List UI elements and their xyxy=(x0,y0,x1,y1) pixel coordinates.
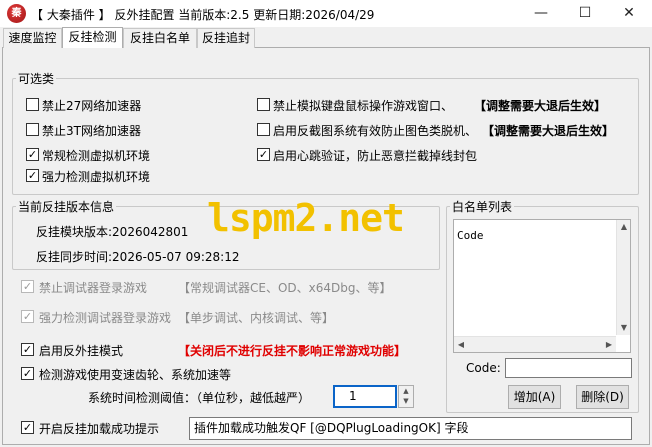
label-load-prompt: 开启反挂加载成功提示 xyxy=(39,422,160,436)
label-normal-vm-detect: 常规检测虚拟机环境 xyxy=(42,149,151,163)
label-strong-vm-detect: 强力检测虚拟机环境 xyxy=(42,170,151,184)
label-anti-screenshot: 启用反截图系统有效防止图色类脱机、 xyxy=(273,124,478,138)
note-restart-required-1: 【调整需要大退后生效】 xyxy=(474,99,607,113)
tab-anticheat-detect[interactable]: 反挂检测 xyxy=(62,27,123,48)
checkbox-normal-vm-detect[interactable]: ✓ xyxy=(26,148,39,161)
optional-group-title: 可选类 xyxy=(16,70,57,87)
checkbox-block-debugger[interactable]: ✓ xyxy=(21,280,34,293)
label-block-3t-accelerator: 禁止3T网络加速器 xyxy=(42,124,141,138)
checkbox-strong-vm-detect[interactable]: ✓ xyxy=(26,169,39,182)
whitelist-title: 白名单列表 xyxy=(450,198,515,215)
code-input[interactable] xyxy=(505,358,632,378)
checkbox-block-27-accelerator[interactable] xyxy=(26,98,39,111)
checkbox-speed-detect[interactable]: ✓ xyxy=(21,367,34,380)
checkbox-anticheat-mode[interactable]: ✓ xyxy=(21,343,34,356)
app-logo-icon: 秦 xyxy=(7,4,26,23)
note-restart-required-2: 【调整需要大退后生效】 xyxy=(482,124,615,138)
checkbox-anti-screenshot[interactable] xyxy=(257,123,270,136)
close-icon: ✕ xyxy=(623,5,635,21)
window-title: 【 大秦插件 】 反外挂配置 当前版本:2.5 更新日期:2026/04/29 xyxy=(31,8,375,22)
delete-button[interactable]: 删除(D) xyxy=(576,385,629,409)
minimize-icon: — xyxy=(534,5,548,21)
spin-down-icon[interactable]: ▼ xyxy=(399,396,413,406)
whitelist-horizontal-scrollbar[interactable]: ◀ ▶ xyxy=(454,336,616,352)
checkbox-load-prompt[interactable]: ✓ xyxy=(21,421,34,434)
label-strong-debugger-detect: 强力检测调试器登录游戏 xyxy=(39,311,172,325)
note-anticheat-mode: 【关闭后不进行反挂不影响正常游戏功能】 xyxy=(178,344,407,358)
checkbox-block-simulated-input[interactable] xyxy=(257,98,270,111)
maximize-button[interactable]: ☐ xyxy=(563,0,607,27)
tab-whitelist[interactable]: 反挂白名单 xyxy=(123,28,197,48)
module-version-text: 反挂模块版本:2026042801 xyxy=(36,223,188,240)
checkbox-heartbeat-verify[interactable]: ✓ xyxy=(257,148,270,161)
scroll-up-icon[interactable]: ▲ xyxy=(617,220,631,234)
label-block-debugger: 禁止调试器登录游戏 xyxy=(39,281,148,295)
maximize-icon: ☐ xyxy=(578,5,592,21)
tab-ban-tracking[interactable]: 反挂追封 xyxy=(197,28,255,48)
minimize-button[interactable]: — xyxy=(519,0,563,27)
sync-time-value: 反挂同步时间:2026-05-07 09:28:12 xyxy=(36,250,240,264)
note-block-debugger: 【常规调试器CE、OD、x64Dbg、等】 xyxy=(178,281,392,295)
label-speed-detect: 检测游戏使用变速齿轮、系统加速等 xyxy=(39,368,232,382)
scroll-down-icon[interactable]: ▼ xyxy=(617,321,631,335)
time-threshold-input[interactable]: 1 xyxy=(333,385,397,408)
label-block-simulated-input: 禁止模拟键盘鼠标操作游戏窗口、 xyxy=(273,99,454,113)
spin-up-icon[interactable]: ▲ xyxy=(399,386,413,396)
checkbox-block-3t-accelerator[interactable] xyxy=(26,123,39,136)
add-button[interactable]: 增加(A) xyxy=(508,385,561,409)
scroll-right-icon[interactable]: ▶ xyxy=(602,338,616,352)
close-button[interactable]: ✕ xyxy=(607,0,651,27)
label-heartbeat-verify: 启用心跳验证，防止恶意拦截掉线封包 xyxy=(273,149,478,163)
watermark-text: lspm2.net xyxy=(207,196,405,240)
label-block-27-accelerator: 禁止27网络加速器 xyxy=(42,99,142,113)
time-threshold-stepper[interactable]: ▲ ▼ xyxy=(398,385,414,408)
label-time-threshold: 系统时间检测阈值：（单位秒，越低越严） xyxy=(88,391,311,405)
module-version-value: 反挂模块版本:2026042801 xyxy=(36,225,189,239)
note-strong-debugger-detect: 【单步调试、内核调试、等】 xyxy=(178,311,335,325)
tab-speed-monitor[interactable]: 速度监控 xyxy=(3,28,62,48)
whitelist-header: Code xyxy=(457,229,484,242)
version-info-title: 当前反挂版本信息 xyxy=(16,198,117,215)
scroll-left-icon[interactable]: ◀ xyxy=(454,338,468,352)
sync-time-text: 反挂同步时间:2026-05-07 09:28:12 xyxy=(36,248,240,265)
whitelist-vertical-scrollbar[interactable]: ▲ ▼ xyxy=(616,220,630,335)
code-label: Code: xyxy=(466,361,501,375)
checkbox-strong-debugger-detect[interactable]: ✓ xyxy=(21,310,34,323)
load-prompt-message[interactable]: 插件加载成功触发QF [@DQPlugLoadingOK] 字段 xyxy=(189,417,632,440)
label-anticheat-mode: 启用反外挂模式 xyxy=(39,344,124,358)
